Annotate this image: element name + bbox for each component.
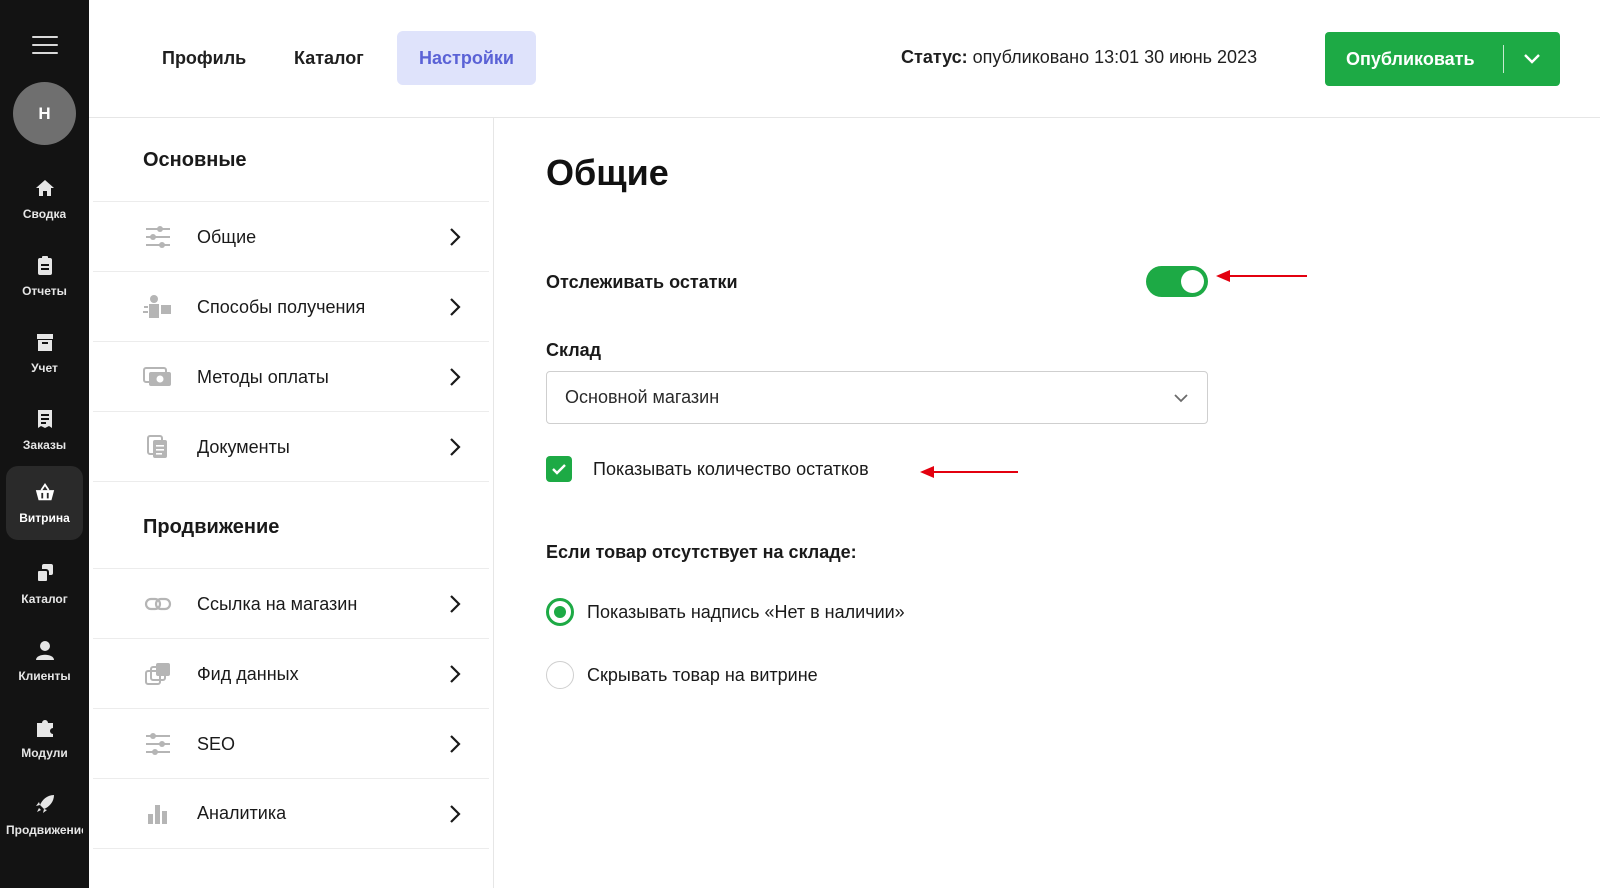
- show-qty-checkbox[interactable]: [546, 456, 572, 482]
- radio-label: Показывать надпись «Нет в наличии»: [587, 602, 905, 622]
- rail-item-moduli[interactable]: Модули: [6, 701, 83, 775]
- app-rail: Н Сводка Отчеты Учет Заказы Витрина Ката: [0, 0, 89, 888]
- rail-item-label: Учет: [31, 361, 58, 375]
- annotation-arrow: [920, 466, 1018, 478]
- feed-icon: [143, 661, 173, 687]
- courier-icon: [143, 294, 173, 320]
- general-settings-panel: Общие Отслеживать остатки Склад Основной…: [494, 118, 1600, 888]
- chevron-down-icon[interactable]: [1504, 32, 1560, 86]
- basket-icon: [34, 481, 56, 503]
- rocket-icon: [34, 793, 56, 815]
- menu-icon[interactable]: [32, 36, 58, 54]
- rail-item-prodvizhenie[interactable]: Продвижение: [6, 778, 83, 852]
- settings-item-payment[interactable]: Методы оплаты: [93, 341, 489, 412]
- rail-item-otchety[interactable]: Отчеты: [6, 239, 83, 313]
- section-divider: [93, 481, 489, 482]
- settings-item-store-link[interactable]: Ссылка на магазин: [93, 568, 489, 639]
- status-value: опубликовано 13:01 30 июнь 2023: [972, 47, 1258, 67]
- page-title: Общие: [546, 152, 669, 193]
- settings-item-analytics[interactable]: Аналитика: [93, 778, 489, 849]
- avatar-letter: Н: [38, 103, 51, 123]
- settings-nav: Основные Общие Способы получения Методы …: [89, 118, 494, 888]
- annotation-arrow: [1216, 270, 1307, 282]
- rail-item-katalog[interactable]: Каталог: [6, 547, 83, 621]
- puzzle-icon: [34, 716, 56, 738]
- archive-icon: [34, 331, 56, 353]
- radio-label: Скрывать товар на витрине: [587, 665, 818, 685]
- track-stock-label: Отслеживать остатки: [546, 272, 738, 292]
- chevron-down-icon: [1173, 387, 1189, 408]
- receipt-icon: [34, 408, 56, 430]
- rail-item-zakazy[interactable]: Заказы: [6, 393, 83, 467]
- settings-item-data-feed[interactable]: Фид данных: [93, 638, 489, 709]
- settings-item-documents[interactable]: Документы: [93, 411, 489, 482]
- settings-item-label: Документы: [197, 436, 290, 457]
- rail-item-label: Клиенты: [18, 669, 71, 683]
- chevron-right-icon: [445, 594, 465, 614]
- documents-icon: [143, 434, 173, 460]
- rail-item-label: Витрина: [19, 511, 70, 525]
- settings-item-label: Общие: [197, 226, 257, 247]
- rail-item-label: Каталог: [21, 592, 68, 606]
- section-title-promotion: Продвижение: [143, 516, 280, 538]
- tab-settings[interactable]: Настройки: [397, 31, 536, 85]
- clipboard-icon: [34, 254, 56, 276]
- sliders-icon: [143, 731, 173, 757]
- settings-item-label: Способы получения: [197, 296, 366, 317]
- chevron-right-icon: [445, 664, 465, 684]
- track-stock-toggle[interactable]: [1146, 266, 1208, 297]
- tab-profile[interactable]: Профиль: [140, 31, 268, 85]
- user-icon: [34, 639, 56, 661]
- chevron-right-icon: [445, 367, 465, 387]
- tab-catalog[interactable]: Каталог: [272, 31, 386, 85]
- show-qty-label: Показывать количество остатков: [593, 459, 869, 479]
- radio-hide-product[interactable]: [546, 661, 574, 689]
- settings-item-label: Ссылка на магазин: [197, 593, 358, 614]
- chevron-right-icon: [445, 734, 465, 754]
- home-icon: [34, 177, 56, 199]
- warehouse-value: Основной магазин: [565, 387, 720, 407]
- rail-item-uchet[interactable]: Учет: [6, 316, 83, 390]
- warehouse-label: Склад: [546, 340, 602, 360]
- status-label: Статус:: [901, 47, 968, 67]
- settings-item-label: Аналитика: [197, 803, 287, 823]
- check-icon: [552, 464, 566, 475]
- rail-item-label: Продвижение: [6, 823, 83, 837]
- rail-item-label: Сводка: [22, 207, 67, 221]
- radio-dot: [554, 606, 566, 618]
- settings-item-general[interactable]: Общие: [93, 201, 489, 272]
- settings-item-seo[interactable]: SEO: [93, 708, 489, 779]
- rail-item-klienty[interactable]: Клиенты: [6, 624, 83, 698]
- sliders-icon: [143, 224, 173, 250]
- rail-item-label: Модули: [21, 746, 68, 760]
- settings-item-delivery[interactable]: Способы получения: [93, 271, 489, 342]
- settings-item-label: Фид данных: [197, 663, 299, 684]
- rail-item-vitrina[interactable]: Витрина: [6, 466, 83, 540]
- bar-chart-icon: [143, 801, 173, 827]
- chevron-right-icon: [445, 227, 465, 247]
- avatar[interactable]: Н: [13, 82, 76, 145]
- rail-item-label: Отчеты: [22, 284, 67, 298]
- settings-item-label: SEO: [197, 733, 236, 754]
- out-of-stock-label: Если товар отсутствует на складе:: [546, 542, 857, 562]
- link-icon: [143, 591, 173, 617]
- publish-status: Статус: опубликовано 13:01 30 июнь 2023: [901, 47, 1257, 68]
- rail-item-label: Заказы: [22, 438, 67, 452]
- chevron-right-icon: [445, 804, 465, 824]
- settings-item-label: Методы оплаты: [197, 366, 329, 387]
- chevron-right-icon: [445, 297, 465, 317]
- radio-show-not-available[interactable]: [546, 598, 574, 626]
- cash-icon: [143, 364, 173, 390]
- top-bar: Профиль Каталог Настройки Статус: опубли…: [89, 0, 1600, 118]
- section-title-basic: Основные: [143, 149, 247, 171]
- publish-label: Опубликовать: [1346, 48, 1475, 69]
- catalog-icon: [34, 562, 56, 584]
- warehouse-select[interactable]: Основной магазин: [546, 371, 1208, 424]
- rail-item-svodka[interactable]: Сводка: [6, 162, 83, 236]
- chevron-right-icon: [445, 437, 465, 457]
- toggle-knob: [1181, 270, 1204, 293]
- publish-button[interactable]: Опубликовать: [1325, 32, 1560, 86]
